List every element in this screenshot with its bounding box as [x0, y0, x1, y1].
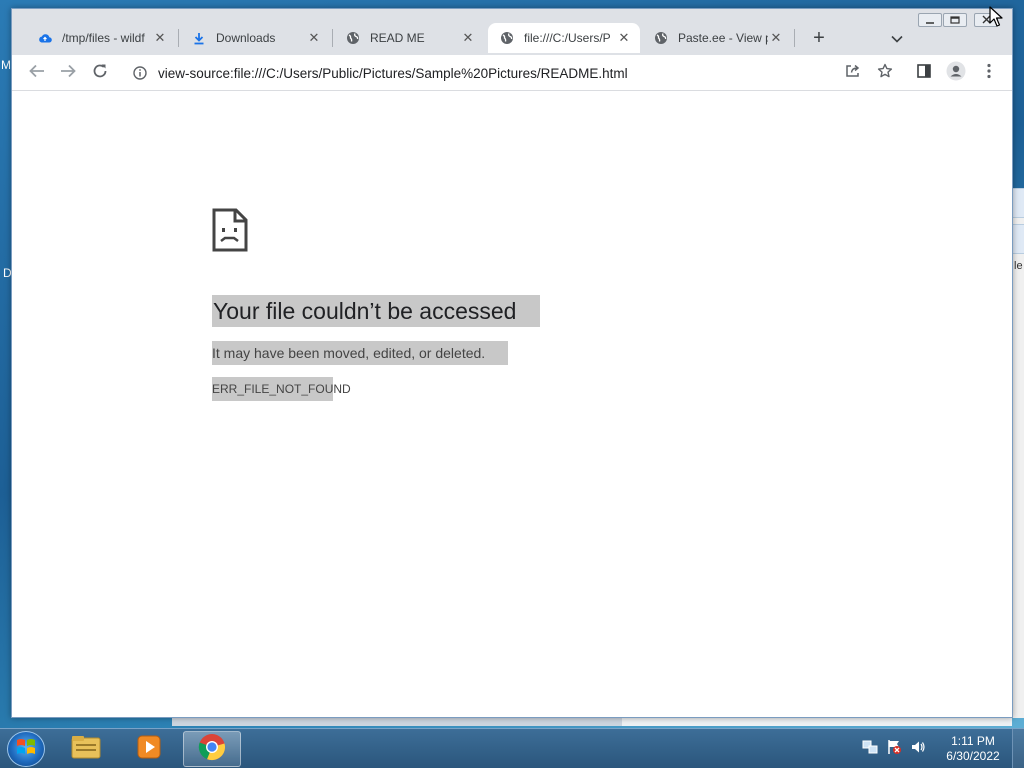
system-tray: [862, 739, 926, 760]
close-tab-icon[interactable]: ✕: [460, 30, 476, 46]
forward-button[interactable]: [56, 61, 80, 85]
share-button[interactable]: [841, 61, 865, 85]
tab-separator: [332, 29, 333, 47]
new-tab-button[interactable]: +: [807, 27, 831, 51]
address-url[interactable]: view-source:file:///C:/Users/Public/Pict…: [158, 66, 628, 81]
share-icon: [845, 63, 861, 83]
profile-button[interactable]: [944, 61, 968, 85]
star-icon: [877, 63, 893, 84]
tab-tmp-files[interactable]: /tmp/files - wildf ✕: [26, 23, 176, 53]
background-window: le: [1012, 188, 1024, 718]
arrow-right-icon: [60, 64, 76, 83]
background-window-row: [1013, 188, 1024, 218]
tab-paste-ee[interactable]: Paste.ee - View p ✕: [642, 23, 792, 53]
tab-separator: [794, 29, 795, 47]
info-icon[interactable]: [132, 65, 148, 81]
reload-icon: [92, 63, 108, 84]
menu-button[interactable]: [977, 61, 1001, 85]
more-vert-icon: [987, 63, 991, 84]
arrow-left-icon: [29, 64, 45, 83]
tab-file-readme[interactable]: file:///C:/Users/P ✕: [488, 23, 640, 53]
tab-title: file:///C:/Users/P: [524, 31, 611, 45]
browser-window: /tmp/files - wildf ✕ Downloads ✕ READ ME…: [11, 8, 1013, 718]
volume-icon[interactable]: [910, 739, 926, 760]
explorer-icon: [70, 734, 102, 765]
clock-time: 1:11 PM: [951, 734, 995, 748]
windows-logo-icon: [16, 737, 36, 762]
background-window-row: [1013, 224, 1024, 254]
minimize-button[interactable]: [918, 13, 942, 27]
tab-read-me[interactable]: READ ME ✕: [334, 23, 484, 53]
globe-icon: [500, 31, 514, 45]
avatar-icon: [946, 61, 966, 86]
side-panel-button[interactable]: [912, 61, 936, 85]
minimize-icon: [925, 11, 935, 29]
error-code: ERR_FILE_NOT_FOUND: [212, 377, 351, 401]
desktop-icon-label-fragment[interactable]: M: [1, 58, 11, 72]
chrome-taskbar-button[interactable]: [183, 731, 241, 767]
tab-title: Downloads: [216, 31, 276, 45]
tab-strip: /tmp/files - wildf ✕ Downloads ✕ READ ME…: [12, 9, 1012, 55]
bookmark-button[interactable]: [873, 61, 897, 85]
chrome-icon: [198, 733, 226, 766]
tab-downloads[interactable]: Downloads ✕: [180, 23, 330, 53]
explorer-taskbar-button[interactable]: [57, 731, 115, 767]
address-bar[interactable]: view-source:file:///C:/Users/Public/Pict…: [128, 60, 868, 86]
clock-date: 6/30/2022: [946, 749, 1000, 763]
error-description: It may have been moved, edited, or delet…: [212, 341, 508, 365]
page-content: Your file couldn’t be accessed It may ha…: [12, 92, 1012, 717]
cloud-upload-icon: [38, 31, 52, 45]
media-player-icon: [135, 733, 163, 766]
background-window-text: le: [1014, 260, 1023, 272]
tab-search-button[interactable]: [885, 27, 909, 51]
reload-button[interactable]: [88, 61, 112, 85]
error-title: Your file couldn’t be accessed: [212, 295, 540, 327]
tab-separator: [178, 29, 179, 47]
sad-file-icon: [212, 208, 248, 252]
close-tab-icon[interactable]: ✕: [616, 30, 632, 46]
network-icon[interactable]: [862, 739, 878, 760]
globe-icon: [654, 31, 668, 45]
tab-title: READ ME: [370, 31, 425, 45]
chevron-down-icon: [891, 30, 903, 48]
restore-button[interactable]: [943, 13, 967, 27]
close-tab-icon[interactable]: ✕: [768, 30, 784, 46]
mouse-cursor-icon: [989, 6, 1003, 28]
close-tab-icon[interactable]: ✕: [306, 30, 322, 46]
side-panel-icon: [917, 63, 931, 83]
close-tab-icon[interactable]: ✕: [152, 30, 168, 46]
action-center-warning-icon[interactable]: [886, 739, 902, 760]
taskbar: 1:11 PM 6/30/2022: [0, 728, 1024, 768]
tab-title: /tmp/files - wildf: [62, 31, 145, 45]
browser-toolbar: view-source:file:///C:/Users/Public/Pict…: [12, 55, 1012, 91]
back-button[interactable]: [25, 61, 49, 85]
download-icon: [192, 31, 206, 45]
globe-icon: [346, 31, 360, 45]
start-button[interactable]: [7, 731, 45, 767]
media-player-taskbar-button[interactable]: [120, 731, 178, 767]
show-desktop-button[interactable]: [1012, 729, 1024, 768]
restore-icon: [950, 11, 960, 29]
tab-title: Paste.ee - View p: [678, 31, 768, 45]
taskbar-clock[interactable]: 1:11 PM 6/30/2022: [938, 734, 1008, 764]
